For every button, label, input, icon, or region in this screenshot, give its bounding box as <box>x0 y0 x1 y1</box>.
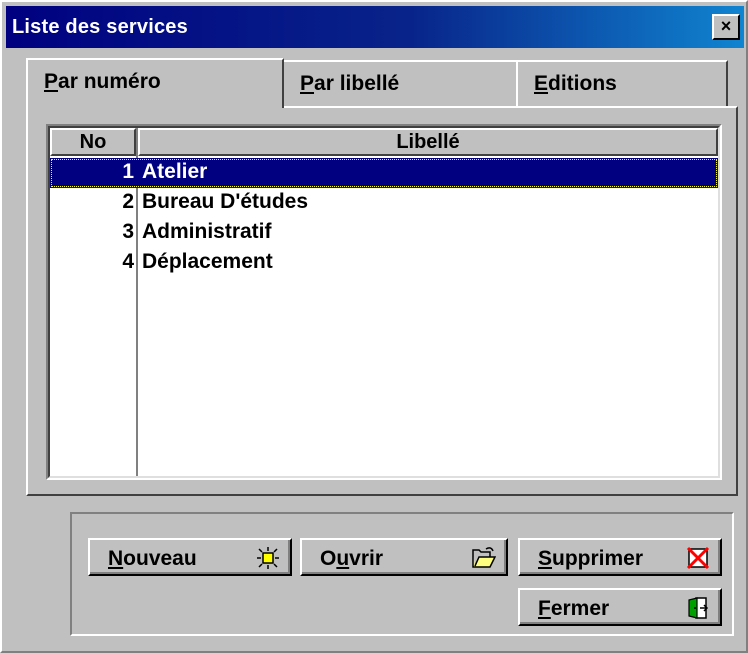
window-title: Liste des services <box>12 16 188 38</box>
cell-no: 2 <box>122 190 134 213</box>
tab-par-numero[interactable]: Par numéro <box>26 58 284 108</box>
tab-panel: No Libellé 1 Atelier 2 Bureau D'études 3… <box>26 106 738 496</box>
fermer-button[interactable]: Fermer <box>518 588 722 626</box>
tab-editions[interactable]: Editions <box>516 60 728 106</box>
services-list[interactable]: No Libellé 1 Atelier 2 Bureau D'études 3… <box>46 124 722 480</box>
close-icon: × <box>720 16 732 36</box>
ouvrir-button[interactable]: Ouvrir <box>300 538 508 576</box>
cell-libelle: Bureau D'études <box>142 190 309 213</box>
exit-door-icon <box>688 597 709 619</box>
cell-no: 3 <box>122 220 134 243</box>
column-header-libelle[interactable]: Libellé <box>138 128 718 156</box>
supprimer-button[interactable]: Supprimer <box>518 538 722 576</box>
cell-libelle: Atelier <box>142 160 208 183</box>
list-row[interactable]: 3 Administratif <box>50 218 718 248</box>
list-row[interactable]: 1 Atelier <box>50 158 718 188</box>
close-button[interactable]: × <box>712 14 740 40</box>
list-row[interactable]: 4 Déplacement <box>50 248 718 278</box>
lightbulb-icon <box>257 547 279 569</box>
open-folder-icon <box>472 547 496 568</box>
cell-no: 4 <box>122 250 134 273</box>
button-group: Nouveau Ouvrir Supprimer Fermer <box>70 512 734 636</box>
nouveau-button[interactable]: Nouveau <box>88 538 292 576</box>
cell-no: 1 <box>122 160 134 183</box>
cell-libelle: Administratif <box>142 220 272 243</box>
tab-label: Editions <box>534 72 617 95</box>
tab-par-libelle[interactable]: Par libellé <box>282 60 518 106</box>
title-bar[interactable]: Liste des services × <box>6 6 744 48</box>
delete-icon <box>686 546 710 570</box>
list-rows: 1 Atelier 2 Bureau D'études 3 Administra… <box>50 158 718 278</box>
tab-label: Par libellé <box>300 72 400 95</box>
column-header-no[interactable]: No <box>50 128 136 156</box>
tab-label: Par numéro <box>44 70 161 93</box>
list-row[interactable]: 2 Bureau D'études <box>50 188 718 218</box>
cell-libelle: Déplacement <box>142 250 273 273</box>
